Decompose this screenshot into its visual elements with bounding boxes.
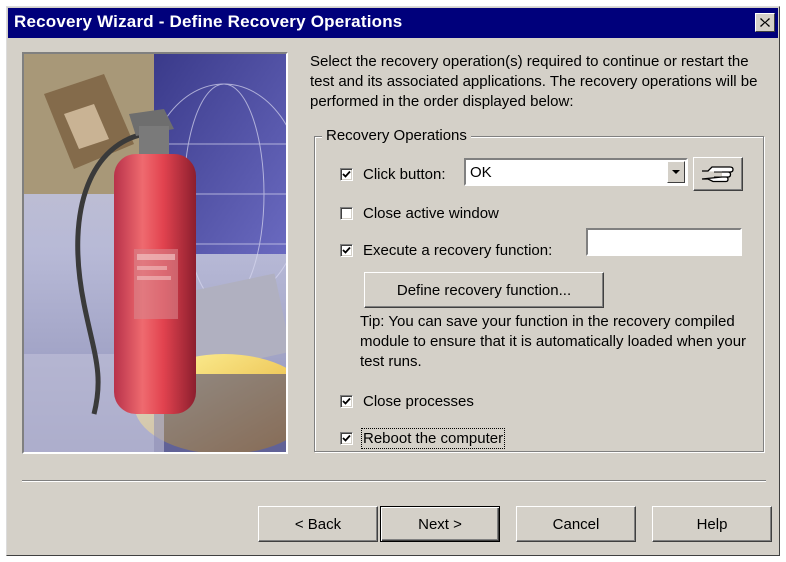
click-button-combo[interactable]: OK [464, 158, 688, 186]
close-active-window-label: Close active window [363, 205, 499, 222]
close-button[interactable] [755, 13, 775, 32]
click-button-checkbox[interactable] [340, 168, 353, 181]
checkmark-icon [342, 434, 351, 442]
close-icon [760, 18, 770, 27]
cancel-button[interactable]: Cancel [516, 506, 636, 542]
combo-dropdown-button[interactable] [667, 161, 685, 183]
reboot-label: Reboot the computer [360, 428, 506, 449]
click-button-combo-value: OK [470, 164, 492, 181]
separator [22, 480, 766, 482]
close-processes-label: Close processes [363, 393, 474, 410]
checkmark-icon [342, 397, 351, 405]
close-processes-checkbox[interactable] [340, 395, 353, 408]
window-title: Recovery Wizard - Define Recovery Operat… [14, 12, 403, 31]
fire-extinguisher-image [24, 54, 286, 452]
recovery-function-input[interactable] [586, 228, 742, 256]
pick-button-button[interactable] [693, 157, 743, 191]
execute-function-label: Execute a recovery function: [363, 242, 553, 259]
intro-text: Select the recovery operation(s) require… [310, 53, 758, 110]
reboot-option[interactable]: Reboot the computer [340, 428, 506, 449]
chevron-down-icon [672, 169, 680, 174]
close-active-window-option[interactable]: Close active window [340, 205, 499, 222]
checkmark-icon [342, 246, 351, 254]
back-button[interactable]: < Back [258, 506, 378, 542]
checkmark-icon [342, 170, 351, 178]
execute-function-option[interactable]: Execute a recovery function: [340, 242, 552, 259]
pointing-hand-icon [701, 166, 734, 183]
help-button[interactable]: Help [652, 506, 772, 542]
next-button[interactable]: Next > [380, 506, 500, 542]
group-label: Recovery Operations [322, 127, 471, 144]
title-bar[interactable]: Recovery Wizard - Define Recovery Operat… [8, 8, 778, 38]
close-processes-option[interactable]: Close processes [340, 393, 474, 410]
execute-function-checkbox[interactable] [340, 244, 353, 257]
click-button-option[interactable]: Click button: [340, 166, 446, 183]
click-button-label: Click button: [363, 166, 446, 183]
close-active-window-checkbox[interactable] [340, 207, 353, 220]
define-recovery-function-button[interactable]: Define recovery function... [364, 272, 604, 308]
wizard-illustration [22, 52, 288, 454]
reboot-checkbox[interactable] [340, 432, 353, 445]
tip-text: Tip: You can save your function in the r… [360, 313, 747, 370]
